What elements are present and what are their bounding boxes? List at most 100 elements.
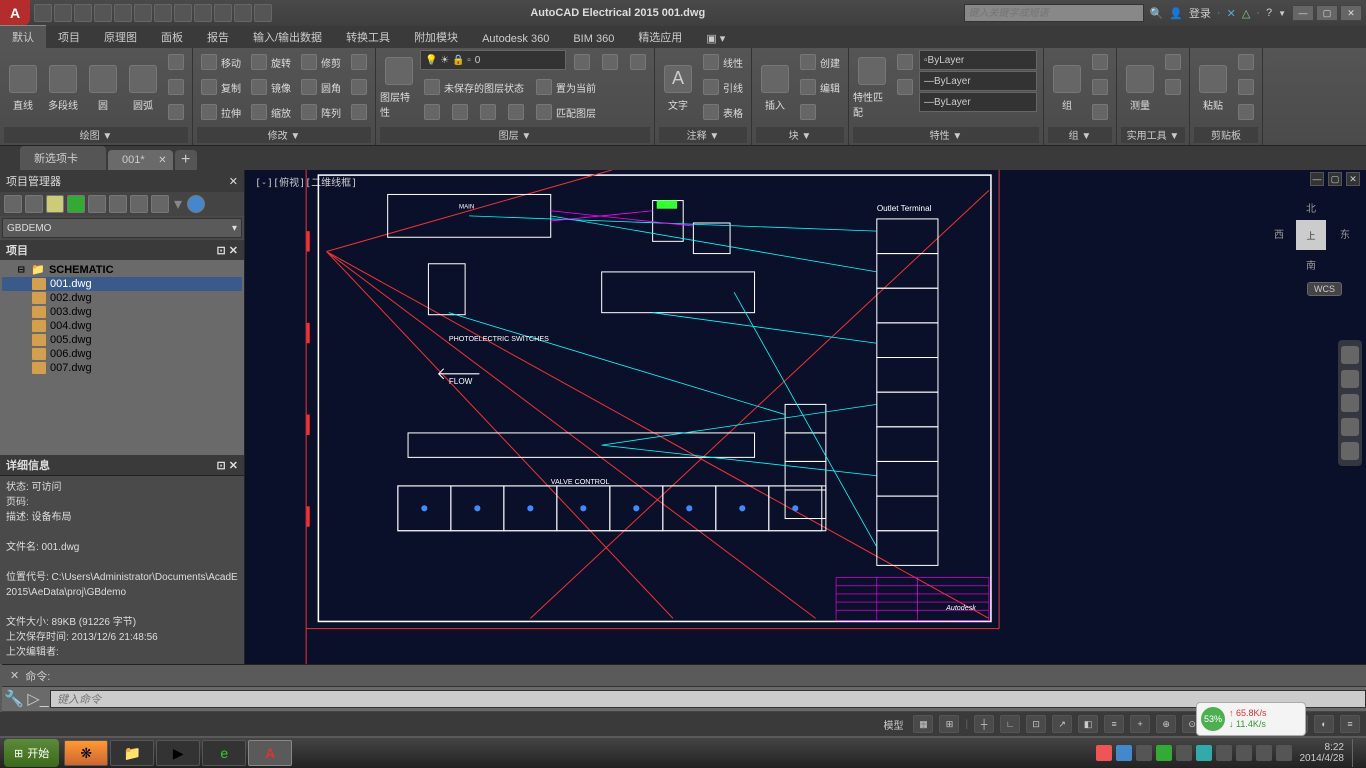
taskbar-ie[interactable]: e bbox=[202, 740, 246, 766]
a360-icon[interactable]: △ bbox=[1242, 7, 1250, 20]
copy-button[interactable]: 复制 bbox=[197, 75, 245, 99]
sb-icon[interactable]: ≡ bbox=[1104, 715, 1124, 733]
qat-saveas-icon[interactable] bbox=[94, 4, 112, 22]
clock[interactable]: 8:22 2014/4/28 bbox=[1296, 742, 1349, 764]
pp-btn-icon[interactable] bbox=[151, 195, 169, 213]
tray-volume-icon[interactable] bbox=[1236, 745, 1252, 761]
qat-new-icon[interactable] bbox=[34, 4, 52, 22]
leader-button[interactable]: 引线 bbox=[699, 75, 747, 99]
scale-button[interactable]: 缩放 bbox=[247, 100, 295, 124]
layer-iso-button[interactable] bbox=[420, 100, 444, 124]
tree-file[interactable]: 005.dwg bbox=[2, 333, 242, 347]
rotate-button[interactable]: 旋转 bbox=[247, 50, 295, 74]
layer-props-button[interactable]: 图层特性 bbox=[380, 50, 418, 126]
qat-btn-icon[interactable] bbox=[194, 4, 212, 22]
user-icon[interactable]: 👤 bbox=[1169, 7, 1183, 20]
arc-button[interactable]: 圆弧 bbox=[124, 50, 162, 126]
network-widget[interactable]: 53% ↑ 65.8K/s ↓ 11.4K/s bbox=[1196, 702, 1306, 736]
minimize-button[interactable]: — bbox=[1292, 5, 1314, 21]
qat-dropdown-icon[interactable] bbox=[254, 4, 272, 22]
color-dropdown[interactable]: ▫ ByLayer bbox=[919, 50, 1037, 70]
panel-title[interactable]: 修改 ▼ bbox=[197, 127, 371, 143]
measure-button[interactable]: 测量 bbox=[1121, 50, 1159, 126]
qat-plot-icon[interactable] bbox=[114, 4, 132, 22]
collapse-icon[interactable]: ⊡ ✕ bbox=[217, 244, 239, 257]
modify-misc-button[interactable] bbox=[347, 75, 371, 99]
panel-title[interactable]: 块 ▼ bbox=[756, 127, 844, 143]
showmotion-icon[interactable] bbox=[1341, 442, 1359, 460]
exchange-icon[interactable]: ✕ bbox=[1227, 7, 1236, 20]
text-button[interactable]: A文字 bbox=[659, 50, 697, 126]
layer-iso-button[interactable] bbox=[504, 100, 528, 124]
tab-a360[interactable]: Autodesk 360 bbox=[470, 29, 561, 48]
clip-btn[interactable] bbox=[1234, 100, 1258, 124]
match-layer-button[interactable]: 匹配图层 bbox=[532, 100, 600, 124]
draw-misc-button[interactable] bbox=[164, 50, 188, 74]
layer-btn[interactable] bbox=[598, 50, 622, 74]
panel-title[interactable]: 图层 ▼ bbox=[380, 127, 650, 143]
sb-icon[interactable]: ⊕ bbox=[1156, 715, 1176, 733]
tray-shield-icon[interactable] bbox=[1156, 745, 1172, 761]
doc-tab-new[interactable]: 新选项卡 bbox=[20, 146, 106, 170]
tree-file[interactable]: 007.dwg bbox=[2, 361, 242, 375]
pp-btn-icon[interactable] bbox=[109, 195, 127, 213]
maximize-button[interactable]: ▢ bbox=[1316, 5, 1338, 21]
tab-default[interactable]: 默认 bbox=[0, 25, 46, 48]
taskbar-explorer[interactable]: 📁 bbox=[110, 740, 154, 766]
tray-network-icon[interactable] bbox=[1256, 745, 1272, 761]
util-btn[interactable] bbox=[1161, 75, 1185, 99]
tab-featured[interactable]: 精选应用 bbox=[626, 25, 694, 48]
group-btn[interactable] bbox=[1088, 100, 1112, 124]
collapse-icon[interactable]: ⊡ ✕ bbox=[217, 459, 239, 472]
pan-icon[interactable] bbox=[1341, 370, 1359, 388]
sb-icon[interactable]: ◐ bbox=[1314, 715, 1334, 733]
pp-btn-icon[interactable] bbox=[130, 195, 148, 213]
tree-file[interactable]: 006.dwg bbox=[2, 347, 242, 361]
draw-misc-button[interactable] bbox=[164, 75, 188, 99]
modify-misc-button[interactable] bbox=[347, 50, 371, 74]
line-button[interactable]: 直线 bbox=[4, 50, 42, 126]
tab-io[interactable]: 输入/输出数据 bbox=[241, 25, 334, 48]
panel-title[interactable]: 剪贴板 bbox=[1194, 127, 1258, 143]
qat-open-icon[interactable] bbox=[54, 4, 72, 22]
cmd-prompt-icon[interactable]: ▷_ bbox=[26, 688, 50, 710]
grid-icon[interactable]: ▦ bbox=[913, 715, 933, 733]
taskbar-autocad[interactable]: A bbox=[248, 740, 292, 766]
trim-button[interactable]: 修剪 bbox=[297, 50, 345, 74]
insert-button[interactable]: 插入 bbox=[756, 50, 794, 126]
qat-save-icon[interactable] bbox=[74, 4, 92, 22]
prop-btn[interactable] bbox=[893, 50, 917, 74]
match-props-button[interactable]: 特性匹配 bbox=[853, 50, 891, 126]
tab-project[interactable]: 项目 bbox=[46, 25, 92, 48]
util-btn[interactable] bbox=[1161, 50, 1185, 74]
layer-btn[interactable] bbox=[570, 50, 594, 74]
sb-customize-icon[interactable]: ≡ bbox=[1340, 715, 1360, 733]
pp-help-icon[interactable] bbox=[187, 195, 205, 213]
clip-btn[interactable] bbox=[1234, 75, 1258, 99]
panel-title[interactable]: 特性 ▼ bbox=[853, 127, 1039, 143]
qat-btn-icon[interactable] bbox=[234, 4, 252, 22]
start-button[interactable]: ⊞ 开始 bbox=[4, 739, 59, 767]
mirror-button[interactable]: 镜像 bbox=[247, 75, 295, 99]
qat-undo-icon[interactable] bbox=[134, 4, 152, 22]
layer-iso-button[interactable] bbox=[476, 100, 500, 124]
pp-sync-icon[interactable] bbox=[67, 195, 85, 213]
linear-dim-button[interactable]: 线性 bbox=[699, 50, 747, 74]
polyline-button[interactable]: 多段线 bbox=[44, 50, 82, 126]
edit-block-button[interactable]: 编辑 bbox=[796, 75, 844, 99]
wheel-icon[interactable] bbox=[1341, 346, 1359, 364]
panel-title[interactable]: 绘图 ▼ bbox=[4, 127, 188, 143]
tray-icon[interactable] bbox=[1176, 745, 1192, 761]
group-btn[interactable] bbox=[1088, 50, 1112, 74]
layer-btn[interactable] bbox=[626, 50, 650, 74]
table-button[interactable]: 表格 bbox=[699, 100, 747, 124]
tray-autodesk-icon[interactable] bbox=[1196, 745, 1212, 761]
tray-sogou-icon[interactable] bbox=[1096, 745, 1112, 761]
tray-icon[interactable] bbox=[1136, 745, 1152, 761]
create-block-button[interactable]: 创建 bbox=[796, 50, 844, 74]
array-button[interactable]: 阵列 bbox=[297, 100, 345, 124]
sb-icon[interactable]: ∟ bbox=[1000, 715, 1020, 733]
model-tab[interactable]: 模型 bbox=[879, 717, 907, 732]
show-desktop-button[interactable] bbox=[1352, 739, 1360, 767]
tree-folder[interactable]: ⊟ 📁 SCHEMATIC bbox=[2, 262, 242, 277]
